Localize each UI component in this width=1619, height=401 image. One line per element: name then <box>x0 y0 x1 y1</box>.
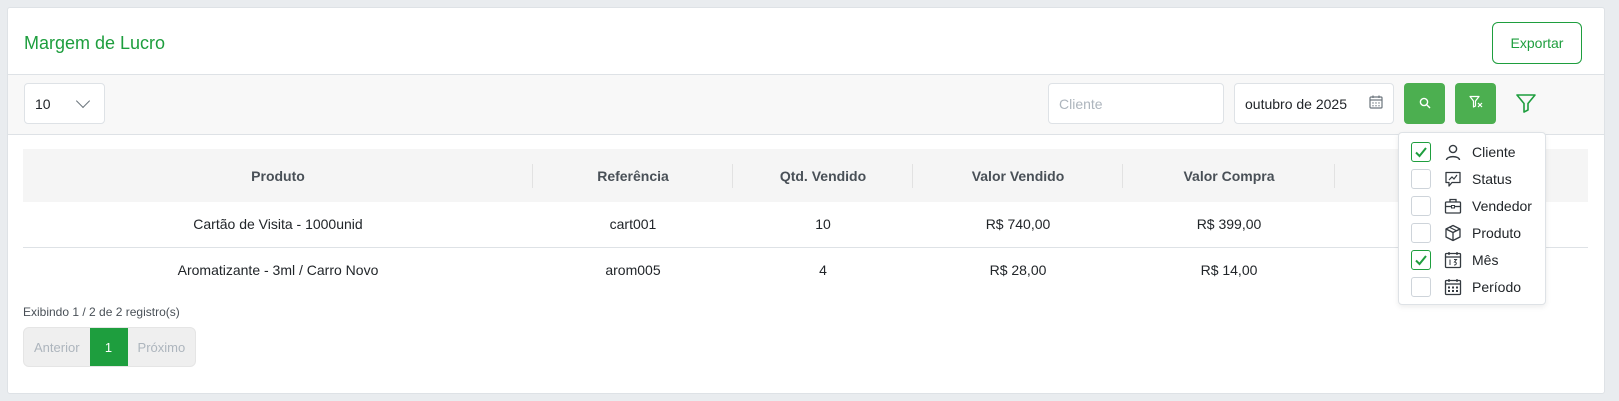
check-icon <box>1415 255 1427 266</box>
data-table: Produto Referência Qtd. Vendido Valor Ve… <box>23 149 1588 292</box>
table-cell: cart001 <box>533 202 733 248</box>
column-header[interactable]: Referência <box>533 149 733 202</box>
filter-option-produto[interactable]: Produto <box>1411 222 1521 244</box>
briefcase-icon <box>1443 196 1463 216</box>
filter-options-menu: Cliente Status Vendedor Produto Mês Perí… <box>1398 132 1546 305</box>
filter-option-cliente[interactable]: Cliente <box>1411 141 1516 163</box>
clear-filter-button[interactable] <box>1455 83 1496 124</box>
calendar-month-icon <box>1443 250 1463 270</box>
main-card: Margem de Lucro Exportar 10 outubro de 2… <box>7 7 1605 394</box>
column-header[interactable]: Valor Compra <box>1123 149 1335 202</box>
checkbox-periodo[interactable] <box>1411 277 1431 297</box>
pagination: Anterior 1 Próximo <box>23 327 197 367</box>
month-input[interactable]: outubro de 2025 <box>1234 83 1394 124</box>
checkbox-status[interactable] <box>1411 169 1431 189</box>
cliente-input[interactable] <box>1048 83 1224 124</box>
per-page-value: 10 <box>35 95 51 112</box>
filter-option-vendedor[interactable]: Vendedor <box>1411 195 1532 217</box>
filter-option-label: Status <box>1472 171 1512 187</box>
checkbox-mes[interactable] <box>1411 250 1431 270</box>
page-1-button[interactable]: 1 <box>89 328 128 366</box>
card-header: Margem de Lucro Exportar <box>8 8 1604 75</box>
table-row: Aromatizante - 3ml / Carro Novo arom005 … <box>23 247 1588 292</box>
table-cell: Aromatizante - 3ml / Carro Novo <box>177 261 379 278</box>
user-icon <box>1443 142 1463 162</box>
table-cell: 10 <box>733 202 913 248</box>
prev-page-button[interactable]: Anterior <box>24 328 90 366</box>
column-header[interactable]: Qtd. Vendido <box>733 149 913 202</box>
column-header[interactable]: Produto <box>23 149 533 202</box>
table-cell: R$ 399,00 <box>1123 202 1335 248</box>
calendar-icon[interactable] <box>1369 95 1383 112</box>
next-page-button[interactable]: Próximo <box>128 328 196 366</box>
filter-option-label: Mês <box>1472 252 1499 268</box>
export-button[interactable]: Exportar <box>1492 22 1582 64</box>
calendar-period-icon <box>1443 277 1463 297</box>
filter-toolbar: 10 outubro de 2025 <box>8 75 1604 135</box>
checkbox-cliente[interactable] <box>1411 142 1431 162</box>
filter-option-label: Vendedor <box>1472 198 1532 214</box>
records-info: Exibindo 1 / 2 de 2 registro(s) <box>23 305 180 319</box>
table-header-row: Produto Referência Qtd. Vendido Valor Ve… <box>23 149 1588 202</box>
checkbox-produto[interactable] <box>1411 223 1431 243</box>
filter-option-label: Produto <box>1472 225 1522 241</box>
month-value: outubro de 2025 <box>1245 95 1347 112</box>
table-cell: Cartão de Visita - 1000unid <box>23 202 533 248</box>
table-cell: R$ 14,00 <box>1200 261 1258 278</box>
table-cell: R$ 28,00 <box>989 261 1047 278</box>
box-icon <box>1443 223 1463 243</box>
per-page-select[interactable]: 10 <box>24 83 105 124</box>
filter-option-label: Cliente <box>1472 144 1516 160</box>
filter-toggle-button[interactable] <box>1513 91 1539 117</box>
status-icon <box>1443 169 1463 189</box>
checkbox-vendedor[interactable] <box>1411 196 1431 216</box>
table-cell: arom005 <box>605 261 661 278</box>
table-cell: 4 <box>819 261 827 278</box>
table-row: Cartão de Visita - 1000unid cart001 10 R… <box>23 202 1588 248</box>
column-header[interactable]: Valor Vendido <box>913 149 1123 202</box>
table-cell: R$ 740,00 <box>913 202 1123 248</box>
filter-option-mes[interactable]: Mês <box>1411 249 1498 271</box>
filter-icon <box>1515 92 1537 117</box>
filter-option-status[interactable]: Status <box>1411 168 1512 190</box>
check-icon <box>1415 147 1427 158</box>
filter-option-label: Período <box>1472 279 1522 295</box>
filter-option-periodo[interactable]: Período <box>1411 276 1521 298</box>
search-icon <box>1419 96 1431 112</box>
search-button[interactable] <box>1404 83 1445 124</box>
page-title: Margem de Lucro <box>24 33 166 53</box>
filter-clear-icon <box>1468 95 1483 112</box>
chevron-down-icon <box>75 93 91 109</box>
